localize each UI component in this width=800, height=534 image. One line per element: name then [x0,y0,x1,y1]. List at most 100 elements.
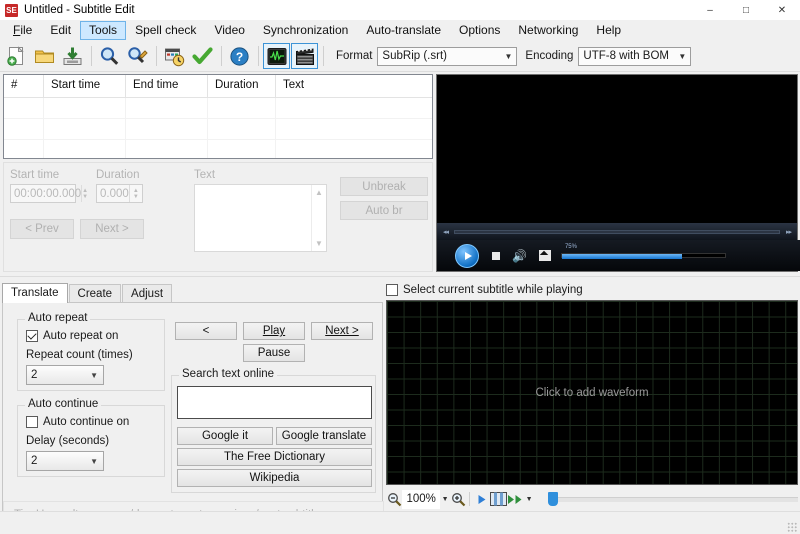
menu-video[interactable]: Video [205,21,253,40]
open-folder-icon[interactable] [31,43,58,69]
chevron-down-icon[interactable]: ▼ [440,496,450,503]
auto-br-button[interactable]: Auto br [340,201,428,220]
menu-edit[interactable]: Edit [41,21,80,40]
slider-thumb[interactable] [548,492,559,506]
text-scrollbar[interactable]: ▲ ▼ [311,185,326,251]
subtitle-text-input[interactable]: ▲ ▼ [194,184,327,252]
search-input[interactable] [177,386,372,419]
play-icon[interactable] [473,489,489,509]
stop-icon[interactable] [492,251,500,260]
replace-icon[interactable] [124,43,151,69]
new-file-icon[interactable] [3,43,30,69]
toolbar-separator [469,492,471,506]
menu-spell-check[interactable]: Spell check [126,21,205,40]
video-player[interactable]: ◂◂ ▸▸ 🔊 75% [436,74,800,272]
toggle-video-icon[interactable] [291,43,318,69]
play-icon[interactable] [455,243,479,268]
seek-back-icon[interactable]: ◂◂ [437,228,454,236]
encoding-value: UTF-8 with BOM [583,50,670,62]
start-time-input[interactable]: 00:00:00.000 ▲ ▼ [10,184,88,203]
column-header-start-time[interactable]: Start time [44,75,126,97]
duration-label: Duration [96,169,140,181]
minimize-icon[interactable]: – [692,0,728,20]
playback-speed-icon[interactable] [507,489,524,509]
waveform-panel[interactable]: Click to add waveform [386,300,798,485]
tab-translate[interactable]: Translate [2,283,68,303]
next-subtitle-button[interactable]: Next > [80,219,144,239]
delay-combobox[interactable]: 2 ▼ [26,451,104,471]
column-header-text[interactable]: Text [276,75,432,97]
stepper-arrows-icon[interactable]: ▲ ▼ [128,185,142,202]
save-icon[interactable] [59,43,86,69]
delay-value: 2 [31,455,38,467]
slider-track[interactable] [548,496,799,502]
tab-create[interactable]: Create [68,284,122,303]
volume-icon[interactable]: 🔊 [512,250,527,262]
resize-grip-icon[interactable] [787,522,797,532]
free-dictionary-button[interactable]: The Free Dictionary [177,448,372,466]
help-icon[interactable]: ? [226,43,253,69]
duration-input[interactable]: 0.000 ▲ ▼ [96,184,143,203]
chevron-down-icon: ▼ [504,51,513,61]
menu-options[interactable]: Options [450,21,509,40]
scroll-down-icon[interactable]: ▼ [312,239,326,248]
find-icon[interactable] [96,43,123,69]
volume-track[interactable] [560,253,726,259]
table-row[interactable] [4,98,432,119]
menu-networking[interactable]: Networking [509,21,587,40]
close-icon[interactable]: ✕ [764,0,800,20]
previous-button[interactable]: < [175,322,237,340]
table-cell [44,140,126,158]
wikipedia-button[interactable]: Wikipedia [177,469,372,487]
auto-continue-group-label: Auto continue [25,398,102,410]
auto-continue-checkbox[interactable]: Auto continue on [26,416,129,428]
spectrogram-icon[interactable] [489,489,507,509]
format-combobox[interactable]: SubRip (.srt) ▼ [377,46,518,66]
maximize-icon[interactable]: □ [728,0,764,20]
menu-help[interactable]: Help [587,21,630,40]
seek-forward-icon[interactable]: ▸▸ [780,228,797,236]
subtitle-list[interactable]: # Start time End time Duration Text [3,74,433,159]
prev-subtitle-button[interactable]: < Prev [10,219,74,239]
menu-auto-translate[interactable]: Auto-translate [357,21,450,40]
table-row[interactable] [4,119,432,140]
column-header-index[interactable]: # [4,75,44,97]
waveform-placeholder[interactable]: Click to add waveform [387,301,797,484]
tab-adjust[interactable]: Adjust [122,284,173,303]
menu-file[interactable]: File [4,21,41,40]
menu-synchronization[interactable]: Synchronization [254,21,357,40]
scroll-up-icon[interactable]: ▲ [312,188,326,197]
spell-check-icon[interactable] [189,43,216,69]
checkbox-unchecked-icon [386,284,398,296]
volume-slider[interactable]: 75% [560,244,726,259]
google-it-button[interactable]: Google it [177,427,273,445]
table-row[interactable] [4,140,432,158]
zoom-in-icon[interactable] [450,489,466,509]
repeat-count-combobox[interactable]: 2 ▼ [26,365,104,385]
fullscreen-icon[interactable] [538,250,551,261]
start-time-label: Start time [10,169,60,181]
waveform-position-slider[interactable] [548,491,799,507]
unbreak-button[interactable]: Unbreak [340,177,428,196]
select-subtitle-while-playing-checkbox[interactable]: Select current subtitle while playing [386,284,583,296]
next-button[interactable]: Next > [311,322,373,340]
play-button[interactable]: Play [243,322,305,340]
table-cell [126,119,208,139]
column-header-end-time[interactable]: End time [126,75,208,97]
menu-tools[interactable]: Tools [80,21,127,40]
fix-common-errors-icon[interactable] [161,43,188,69]
chevron-down-icon[interactable]: ▼ [524,496,534,503]
zoom-out-icon[interactable] [386,489,402,509]
video-progress-track[interactable] [454,229,780,234]
encoding-combobox[interactable]: UTF-8 with BOM ▼ [578,46,692,66]
pause-button[interactable]: Pause [243,344,305,362]
toggle-waveform-icon[interactable] [263,43,290,69]
zoom-level[interactable]: 100% [402,489,441,509]
auto-repeat-checkbox[interactable]: Auto repeat on [26,330,118,342]
column-header-duration[interactable]: Duration [208,75,276,97]
stepper-arrows-icon[interactable]: ▲ ▼ [81,185,88,202]
google-translate-button[interactable]: Google translate [276,427,372,445]
video-seek-bar[interactable]: ◂◂ ▸▸ [437,223,797,240]
duration-value: 0.000 [100,187,129,200]
repeat-count-label: Repeat count (times) [26,349,133,361]
